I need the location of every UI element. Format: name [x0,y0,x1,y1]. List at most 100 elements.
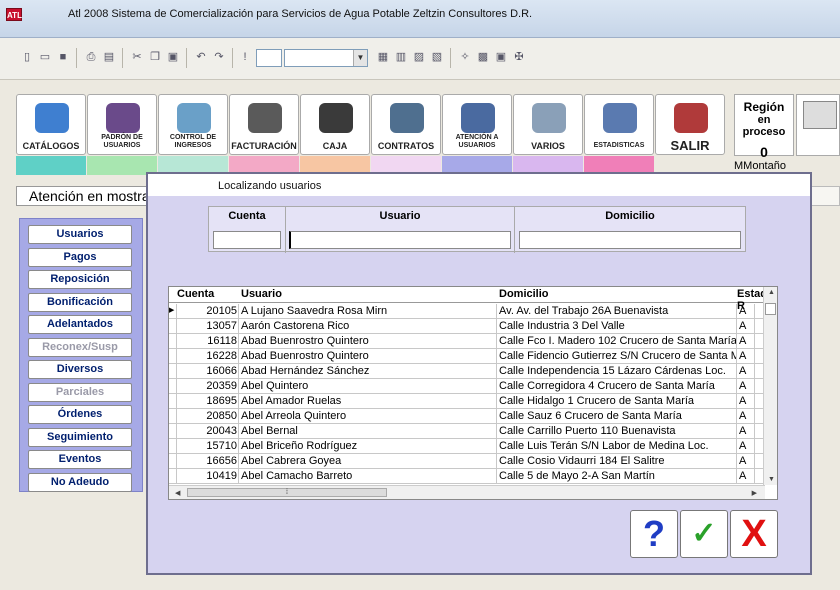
cell-usuario[interactable]: Abad Hernández Sánchez [239,364,497,378]
module-2-button[interactable]: PADRÓN DE USUARIOS [87,94,157,155]
table-row[interactable]: 20043 Abel Bernal Calle Carrillo Puerto 11… [169,424,765,439]
horizontal-scrollbar[interactable]: ◀ ⁞ ▶ [169,485,765,499]
cell-estado[interactable]: A [737,454,755,468]
cell-domicilio[interactable]: Calle Cosio Vidaurri 184 El Salitre [497,454,737,468]
view2-icon[interactable]: ▥ [394,50,408,64]
open-icon[interactable]: ▭ [38,50,52,64]
header-cuenta[interactable]: Cuenta [177,288,214,300]
cell-usuario[interactable]: A Lujano Saavedra Rosa Mirn [239,304,497,318]
cell-estado[interactable]: A [737,469,755,483]
view4-icon[interactable]: ▧ [430,50,444,64]
view1-icon[interactable]: ▦ [376,50,390,64]
module-1-button[interactable]: CATÁLOGOS [16,94,86,155]
sidebar-button-7[interactable]: Diversos [28,360,132,379]
scroll-thumb[interactable] [765,303,776,315]
preview-icon[interactable]: ▤ [102,50,116,64]
cell-cuenta[interactable]: 20359 [177,379,239,393]
table-row[interactable]: 16656 Abel Cabrera Goyea Calle Cosio Vidau… [169,454,765,469]
cell-domicilio[interactable]: Calle Luis Terán S/N Labor de Medina Loc… [497,439,737,453]
tool2-icon[interactable]: ▩ [476,50,490,64]
cell-usuario[interactable]: Abel Quintero [239,379,497,393]
exit-button[interactable]: SALIR [655,94,725,155]
cell-usuario[interactable]: Abel Briceño Rodríguez [239,439,497,453]
toolbar-combo[interactable]: ▼ [284,49,368,67]
table-row[interactable]: 20359 Abel Quintero Calle Corregidora 4 Cr… [169,379,765,394]
module-3-button[interactable]: CONTROL DE INGRESOS [158,94,228,155]
cell-domicilio[interactable]: Calle Fco I. Madero 102 Crucero de Santa… [497,334,737,348]
help-button[interactable]: ? [630,510,678,558]
module-8-button[interactable]: VARIOS [513,94,583,155]
cell-cuenta[interactable]: 10419 [177,469,239,483]
module-9-button[interactable]: ESTADISTICAS [584,94,654,155]
redo-icon[interactable]: ↷ [212,50,226,64]
sidebar-button-3[interactable]: Reposición [28,270,132,289]
cell-usuario[interactable]: Abad Buenrostro Quintero [239,334,497,348]
cell-usuario[interactable]: Abel Amador Ruelas [239,394,497,408]
cell-cuenta[interactable]: 20043 [177,424,239,438]
table-row[interactable]: 16118 Abad Buenrostro Quintero Calle Fco I… [169,334,765,349]
module-4-button[interactable]: FACTURACIÓN [229,94,299,155]
vertical-scrollbar[interactable]: ▲ ▼ [763,287,777,485]
module-5-button[interactable]: CAJA [300,94,370,155]
chart-icon[interactable] [256,49,282,67]
users-grid[interactable]: Cuenta Usuario Domicilio Estado R ▶ 20105… [168,286,778,500]
cell-cuenta[interactable]: 20850 [177,409,239,423]
cell-cuenta[interactable]: 15710 [177,439,239,453]
cancel-button[interactable]: X [730,510,778,558]
cell-cuenta[interactable]: 13057 [177,319,239,333]
domicilio-input[interactable] [519,231,741,249]
scroll-right-icon[interactable]: ▶ [752,489,757,497]
cuenta-input[interactable] [213,231,281,249]
cell-estado[interactable]: A [737,424,755,438]
cell-usuario[interactable]: Abel Cabrera Goyea [239,454,497,468]
sidebar-button-10[interactable]: Seguimiento [28,427,132,447]
sidebar-button-11[interactable]: Eventos [28,450,132,469]
run-icon[interactable]: ! [238,50,252,64]
cell-domicilio[interactable]: Calle 5 de Mayo 2-A San Martín [497,469,737,483]
table-row[interactable]: 16228 Abad Buenrostro Quintero Calle Fiden… [169,349,765,364]
cell-cuenta[interactable]: 18695 [177,394,239,408]
sidebar-button-4[interactable]: Bonificación [28,292,132,312]
cell-domicilio[interactable]: Calle Fidencio Gutierrez S/N Crucero de … [497,349,737,363]
tool3-icon[interactable]: ▣ [494,50,508,64]
cell-estado[interactable]: A [737,304,755,318]
cell-domicilio[interactable]: Calle Hidalgo 1 Crucero de Santa María [497,394,737,408]
table-row[interactable]: 13057 Aarón Castorena Rico Calle Industria… [169,319,765,334]
calculator-icon[interactable] [796,94,840,156]
header-domicilio[interactable]: Domicilio [499,288,549,300]
tool4-icon[interactable]: ✠ [512,50,526,64]
table-row[interactable]: ▶ 20105 A Lujano Saavedra Rosa Mirn Av. Av.… [169,304,765,319]
cell-domicilio[interactable]: Calle Sauz 6 Crucero de Santa María [497,409,737,423]
sidebar-button-5[interactable]: Adelantados [28,315,132,334]
sidebar-button-1[interactable]: Usuarios [28,225,132,244]
cell-estado[interactable]: A [737,409,755,423]
table-row[interactable]: 15710 Abel Briceño Rodríguez Calle Luis Te… [169,439,765,454]
cell-estado[interactable]: A [737,439,755,453]
copy-icon[interactable]: ❐ [148,50,162,64]
cell-usuario[interactable]: Aarón Castorena Rico [239,319,497,333]
cell-cuenta[interactable]: 16066 [177,364,239,378]
scroll-thumb[interactable]: ⁞ [187,488,387,497]
cell-estado[interactable]: A [737,349,755,363]
save-icon[interactable]: ■ [56,50,70,64]
cell-cuenta[interactable]: 16656 [177,454,239,468]
scroll-up-icon[interactable]: ▲ [768,289,775,296]
module-7-button[interactable]: ATENCIÓN A USUARIOS [442,94,512,155]
new-icon[interactable]: ▯ [20,50,34,64]
scroll-left-icon[interactable]: ◀ [175,489,180,497]
paste-icon[interactable]: ▣ [166,50,180,64]
cell-usuario[interactable]: Abel Bernal [239,424,497,438]
cell-usuario[interactable]: Abel Camacho Barreto [239,469,497,483]
sidebar-button-2[interactable]: Pagos [28,247,132,267]
cell-estado[interactable]: A [737,379,755,393]
cell-domicilio[interactable]: Av. Av. del Trabajo 26A Buenavista [497,304,737,318]
accept-button[interactable]: ✓ [680,510,728,558]
table-row[interactable]: 10419 Abel Camacho Barreto Calle 5 de Mayo… [169,469,765,484]
scroll-down-icon[interactable]: ▼ [768,476,775,483]
cell-cuenta[interactable]: 16228 [177,349,239,363]
usuario-input[interactable] [289,231,511,249]
table-row[interactable]: 18695 Abel Amador Ruelas Calle Hidalgo 1 C… [169,394,765,409]
cell-domicilio[interactable]: Calle Independencia 15 Lázaro Cárdenas L… [497,364,737,378]
cell-usuario[interactable]: Abad Buenrostro Quintero [239,349,497,363]
cell-cuenta[interactable]: 20105 [177,304,239,318]
